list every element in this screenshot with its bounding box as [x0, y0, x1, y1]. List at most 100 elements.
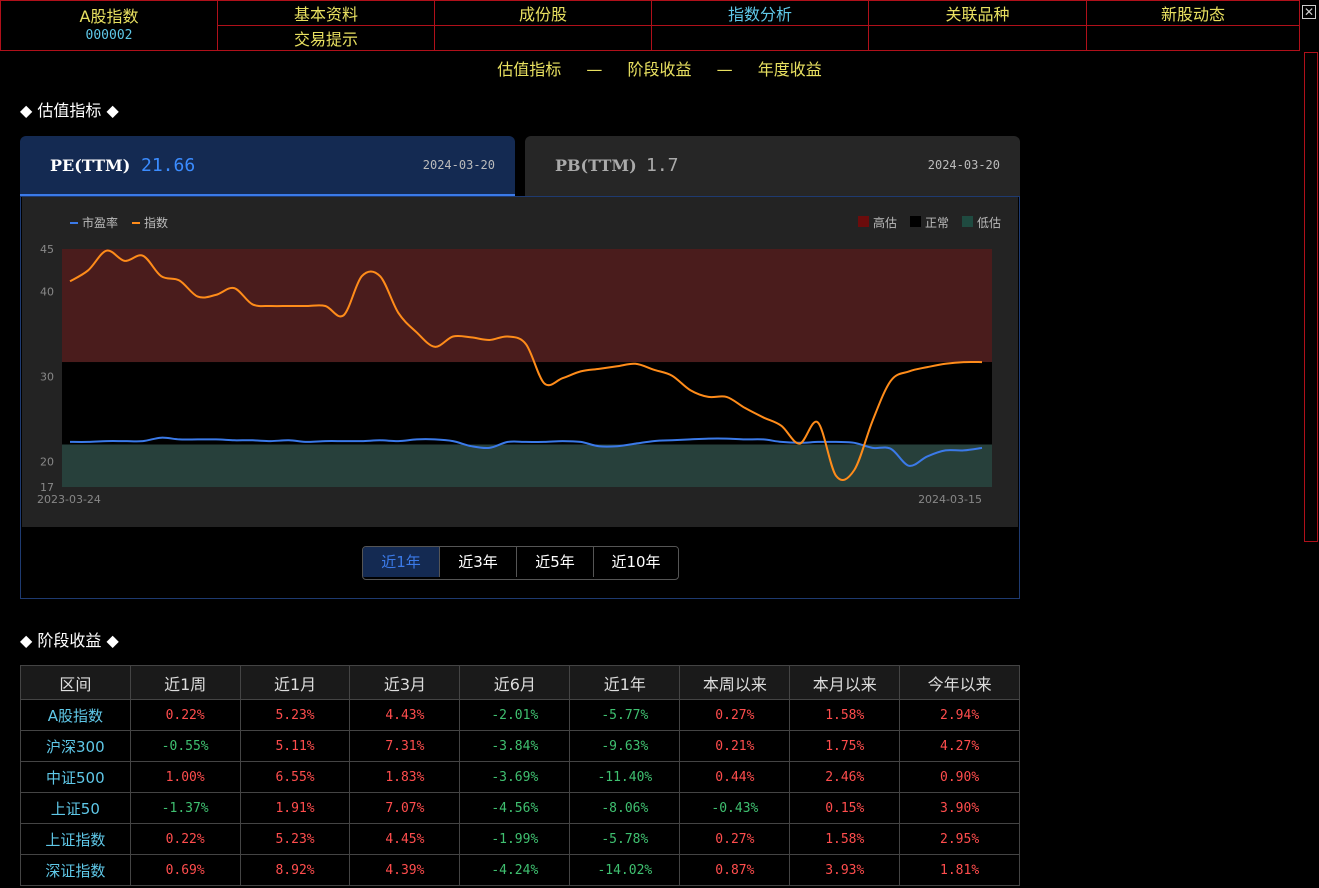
return-cell: 1.75% [789, 730, 901, 762]
return-cell: -4.24% [459, 854, 571, 886]
nav-trading-tips[interactable]: 交易提示 [217, 25, 435, 51]
return-cell: 4.43% [349, 699, 461, 731]
table-header-cell: 近1月 [239, 665, 351, 700]
close-icon[interactable]: ✕ [1302, 5, 1316, 19]
pe-label: PE(TTM) [50, 156, 131, 175]
table-header-cell: 近1年 [569, 665, 681, 700]
band-legend-label: 高估 [873, 215, 897, 230]
return-cell: 8.92% [239, 854, 351, 886]
return-cell: -11.40% [569, 761, 681, 793]
return-cell: 0.44% [679, 761, 791, 793]
return-cell: 1.81% [899, 854, 1020, 886]
return-cell: 2.46% [789, 761, 901, 793]
return-cell: 2.94% [899, 699, 1020, 731]
table-header-cell: 近3月 [349, 665, 461, 700]
return-cell: -8.06% [569, 792, 681, 824]
y-tick-label: 30 [40, 371, 54, 384]
return-cell: 4.27% [899, 730, 1020, 762]
return-cell: -0.43% [679, 792, 791, 824]
table-header-cell: 本周以来 [679, 665, 791, 700]
table-header-cell: 近6月 [459, 665, 571, 700]
return-cell: -0.55% [129, 730, 241, 762]
period-5y-button[interactable]: 近5年 [517, 547, 594, 577]
nav-empty-1 [434, 25, 652, 51]
return-cell: 1.91% [239, 792, 351, 824]
index-name-cell: 上证指数 [20, 823, 131, 855]
band-normal [62, 362, 992, 445]
pe-tab[interactable]: PE(TTM) 21.66 2024-03-20 [20, 136, 515, 196]
return-cell: 0.22% [129, 823, 241, 855]
return-cell: 0.69% [129, 854, 241, 886]
period-3y-button[interactable]: 近3年 [440, 547, 517, 577]
pb-tab[interactable]: PB(TTM) 1.7 2024-03-20 [525, 136, 1020, 196]
top-navigation: A股指数 000002 基本资料 成份股 指数分析 关联品种 新股动态 交易提示 [0, 0, 1300, 51]
nav-index-analysis[interactable]: 指数分析 [651, 0, 869, 26]
period-returns-table: 区间 近1周 近1月 近3月 近6月 近1年 本周以来 本月以来 今年以来 A股… [20, 665, 1020, 886]
legend-label: 指数 [144, 215, 168, 230]
anchor-period-returns[interactable]: 阶段收益 [627, 60, 691, 79]
return-cell: 5.23% [239, 699, 351, 731]
chart-svg: 45403020172023-03-24 2024-03-15市盈率 指数 高估 正常低… [37, 215, 1001, 506]
y-tick-label: 40 [40, 286, 54, 299]
nav-empty-3 [868, 25, 1087, 51]
table-row: 上证指数 0.22% 5.23% 4.45% -1.99% -5.78% 0.27% 1.58… [20, 823, 1020, 855]
return-cell: -14.02% [569, 854, 681, 886]
return-cell: 0.21% [679, 730, 791, 762]
scrollbar[interactable] [1304, 52, 1318, 542]
valuation-chart: 45 40 30 20 17 2023-03-24 2024-03-15 市盈率 指数 高估 正常低… [22, 197, 1018, 527]
table-header-cell: 区间 [20, 665, 131, 700]
index-name-cell: 中证500 [20, 761, 131, 793]
anchor-valuation[interactable]: 估值指标 [497, 60, 561, 79]
band-low [62, 444, 992, 487]
section-anchor-nav: 估值指标 — 阶段收益 — 年度收益 [0, 56, 1319, 80]
table-row: 沪深300 -0.55% 5.11% 7.31% -3.84% -9.63% 0.21% 1.… [20, 730, 1020, 762]
return-cell: 0.15% [789, 792, 901, 824]
index-title-cell: A股指数 000002 [0, 0, 218, 51]
return-cell: 5.11% [239, 730, 351, 762]
nav-basic-info[interactable]: 基本资料 [217, 0, 435, 26]
nav-constituents[interactable]: 成份股 [434, 0, 652, 26]
index-name-cell: A股指数 [20, 699, 131, 731]
anchor-annual-returns[interactable]: 年度收益 [758, 60, 822, 79]
anchor-sep: — [586, 60, 603, 79]
return-cell: 1.83% [349, 761, 461, 793]
return-cell: -3.69% [459, 761, 571, 793]
return-cell: 0.27% [679, 699, 791, 731]
return-cell: -1.99% [459, 823, 571, 855]
return-cell: 1.58% [789, 699, 901, 731]
band-legend-label: 低估 [977, 216, 1001, 230]
index-name: A股指数 [79, 6, 139, 26]
return-cell: -5.77% [569, 699, 681, 731]
return-cell: 3.90% [899, 792, 1020, 824]
period-1y-button[interactable]: 近1年 [363, 547, 440, 577]
table-header-cell: 今年以来 [899, 665, 1020, 700]
return-cell: 7.31% [349, 730, 461, 762]
y-tick-label: 20 [40, 456, 54, 469]
return-cell: -2.01% [459, 699, 571, 731]
return-cell: 6.55% [239, 761, 351, 793]
return-cell: 0.87% [679, 854, 791, 886]
return-cell: 2.95% [899, 823, 1020, 855]
pb-date: 2024-03-20 [927, 158, 1000, 172]
return-cell: -4.56% [459, 792, 571, 824]
nav-empty-2 [651, 25, 869, 51]
return-cell: 4.39% [349, 854, 461, 886]
table-row: 深证指数 0.69% 8.92% 4.39% -4.24% -14.02% 0.87% 3.9… [20, 854, 1020, 886]
period-10y-button[interactable]: 近10年 [594, 547, 678, 577]
return-cell: -5.78% [569, 823, 681, 855]
pb-label: PB(TTM) [555, 156, 637, 175]
band-legend-swatch [858, 216, 869, 227]
return-cell: 4.45% [349, 823, 461, 855]
pb-value: 1.7 [646, 155, 679, 176]
nav-related-products[interactable]: 关联品种 [868, 0, 1087, 26]
legend-label: 市盈率 [82, 215, 118, 230]
returns-section-title: ◆ 阶段收益 ◆ [20, 631, 119, 650]
return-cell: -1.37% [129, 792, 241, 824]
return-cell: 3.93% [789, 854, 901, 886]
pe-date: 2024-03-20 [422, 158, 495, 172]
table-header-cell: 近1周 [129, 665, 241, 700]
table-header-cell: 本月以来 [789, 665, 901, 700]
index-code: 000002 [85, 27, 133, 43]
nav-ipo-news[interactable]: 新股动态 [1086, 0, 1300, 26]
table-row: A股指数 0.22% 5.23% 4.43% -2.01% -5.77% 0.27% 1.58… [20, 699, 1020, 731]
